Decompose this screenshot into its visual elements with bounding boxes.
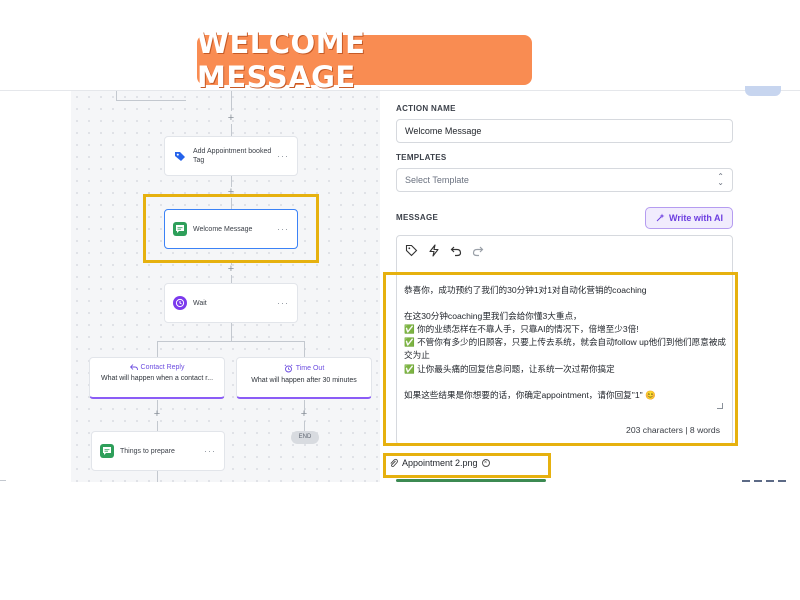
branch-subtitle: What will happen after 30 minutes xyxy=(251,377,357,384)
tag-icon[interactable] xyxy=(405,244,418,257)
node-wait[interactable]: Wait ··· xyxy=(164,283,298,323)
node-label: Add Appointment booked Tag xyxy=(193,148,272,164)
sparkle-icon xyxy=(656,213,665,222)
connector xyxy=(304,421,305,431)
screen: WELCOME MESSAGE + Add Appointment booked… xyxy=(0,0,800,600)
alarm-clock-icon xyxy=(284,364,293,373)
node-menu-icon[interactable]: ··· xyxy=(277,151,289,161)
add-step-icon[interactable]: + xyxy=(226,113,236,124)
chat-icon xyxy=(100,444,114,458)
node-label: Things to prepare xyxy=(120,447,175,455)
action-panel: ACTION NAME Welcome Message TEMPLATES Se… xyxy=(381,91,741,482)
connector xyxy=(116,91,117,100)
divider xyxy=(742,480,790,482)
lightning-icon[interactable] xyxy=(428,244,440,257)
highlight-message-text xyxy=(383,272,738,446)
node-menu-icon[interactable]: ··· xyxy=(277,298,289,308)
clock-icon xyxy=(173,296,187,310)
template-placeholder: Select Template xyxy=(405,175,469,185)
add-step-icon[interactable]: + xyxy=(226,264,236,275)
save-button-edge[interactable] xyxy=(396,479,546,482)
connector xyxy=(157,421,158,431)
branch-time-out[interactable]: Time Out What will happen after 30 minut… xyxy=(236,357,372,399)
undo-icon[interactable] xyxy=(450,245,462,257)
write-with-ai-label: Write with AI xyxy=(669,213,723,223)
reply-icon xyxy=(129,364,138,371)
connector xyxy=(157,471,158,482)
branch-contact-reply[interactable]: Contact Reply What will happen when a co… xyxy=(89,357,225,399)
write-with-ai-button[interactable]: Write with AI xyxy=(645,207,733,229)
highlight-welcome-node xyxy=(143,194,319,263)
redo-icon[interactable] xyxy=(472,245,484,257)
node-add-tag[interactable]: Add Appointment booked Tag ··· xyxy=(164,136,298,176)
select-chevron-icon: ⌃ ⌄ xyxy=(717,172,724,187)
branch-title-text: Contact Reply xyxy=(140,364,185,371)
editor-toolbar xyxy=(405,244,484,257)
end-marker: END xyxy=(291,431,319,444)
connector xyxy=(231,275,232,283)
divider xyxy=(0,480,6,481)
template-select[interactable]: Select Template ⌃ ⌄ xyxy=(396,168,733,192)
connector xyxy=(231,323,232,341)
top-right-button[interactable] xyxy=(745,86,781,96)
add-step-icon[interactable]: + xyxy=(299,409,309,420)
node-menu-icon[interactable]: ··· xyxy=(204,446,216,456)
node-things-to-prepare[interactable]: Things to prepare ··· xyxy=(91,431,225,471)
highlight-attachment xyxy=(383,453,551,478)
branch-subtitle: What will happen when a contact r... xyxy=(100,375,214,382)
branch-title: Time Out xyxy=(237,364,371,373)
connector xyxy=(231,91,232,111)
connector xyxy=(157,341,305,342)
connector xyxy=(157,341,158,357)
workflow-canvas[interactable]: + Add Appointment booked Tag ··· + Welco… xyxy=(71,91,380,482)
branch-title: Contact Reply xyxy=(90,364,224,371)
action-name-input[interactable]: Welcome Message xyxy=(396,119,733,143)
tag-icon xyxy=(173,149,187,163)
banner-title: WELCOME MESSAGE xyxy=(197,26,532,94)
connector xyxy=(304,341,305,357)
templates-label: TEMPLATES xyxy=(396,153,447,162)
node-label: Wait xyxy=(193,299,207,307)
connector xyxy=(116,100,186,101)
add-step-icon[interactable]: + xyxy=(152,409,162,420)
action-name-label: ACTION NAME xyxy=(396,104,456,113)
branch-title-text: Time Out xyxy=(295,365,325,372)
message-label: MESSAGE xyxy=(396,213,439,222)
connector xyxy=(231,124,232,136)
